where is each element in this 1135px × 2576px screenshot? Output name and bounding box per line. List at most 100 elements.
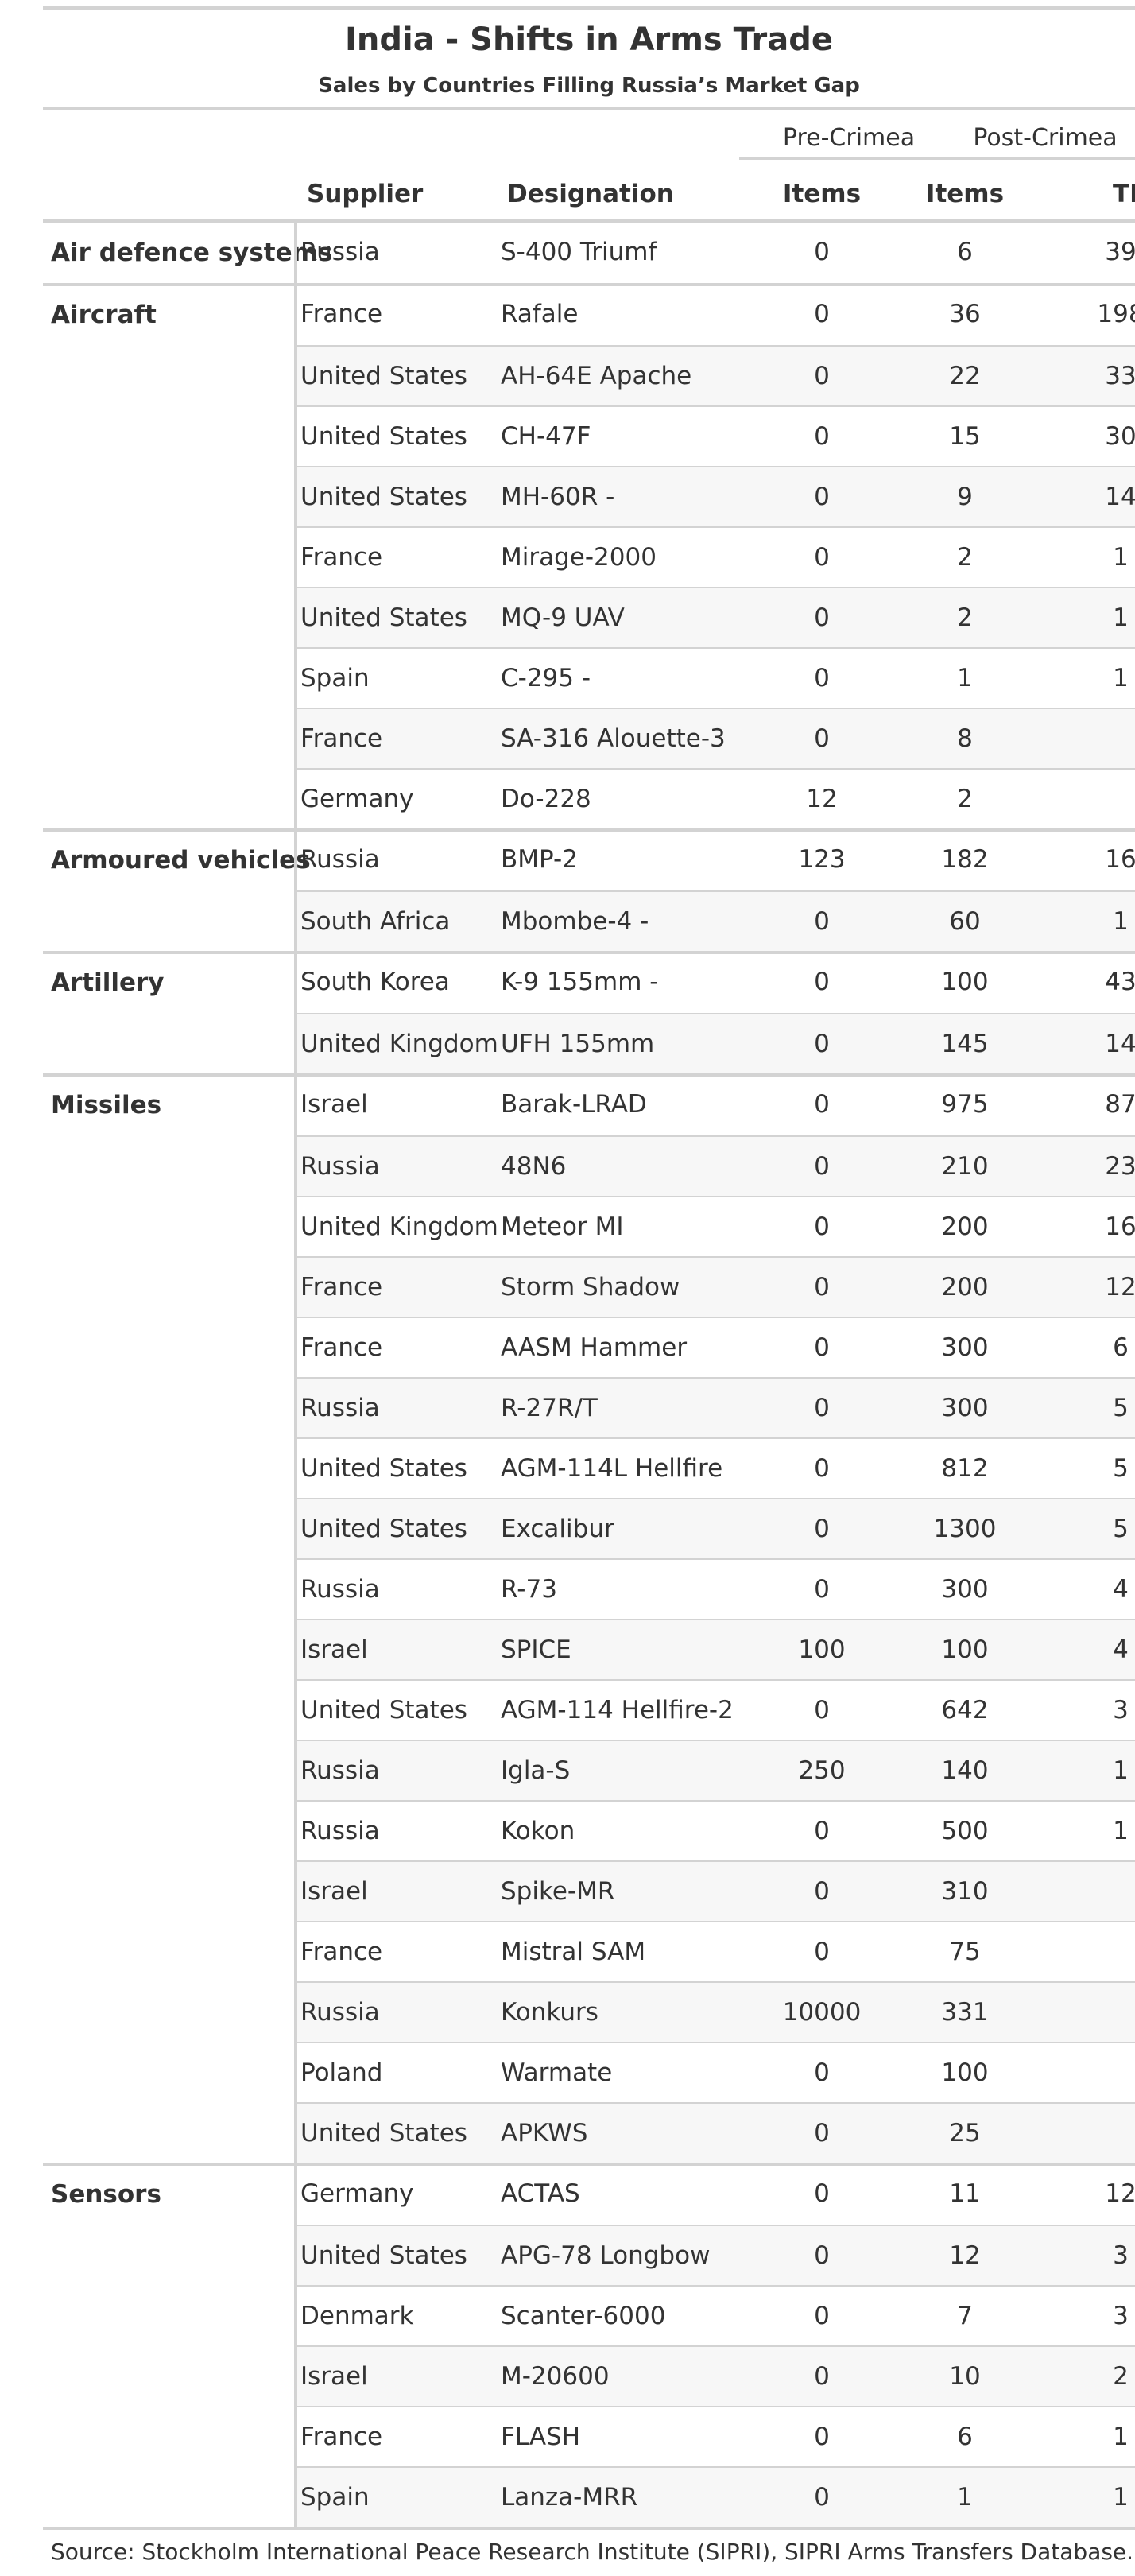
cell-supplier: Poland: [300, 2058, 383, 2087]
cell-post-tiv: 4: [1113, 1575, 1129, 1604]
column-header-post-items: Items: [925, 180, 1005, 208]
cell-supplier: United States: [300, 362, 467, 390]
table-row: Spain C-295 - 0 1 1: [296, 647, 1135, 708]
cell-post-items: 331: [941, 1998, 989, 2027]
table-row: South Korea K-9 155mm - 0 100 43: [296, 952, 1135, 1013]
table-row: United Kingdom UFH 155mm 0 145 14: [296, 1013, 1135, 1073]
cell-supplier: United Kingdom: [300, 1030, 498, 1058]
cell-designation: Do-228: [501, 785, 591, 813]
table-row: United States APKWS 0 25: [296, 2102, 1135, 2163]
cell-pre-items: 0: [814, 1575, 830, 1604]
cell-post-tiv: [1057, 709, 1135, 768]
table-row: United States AGM-114 Hellfire-2 0 642 3: [296, 1679, 1135, 1740]
source-note: Source: Stockholm International Peace Re…: [51, 2539, 1134, 2565]
table-bottom-rule: [43, 2527, 1135, 2530]
cell-pre-items: 0: [814, 362, 830, 390]
cell-supplier: Spain: [300, 664, 370, 692]
table-row: United States MH-60R - 0 9 14: [296, 466, 1135, 526]
group-stub-border: [294, 285, 297, 828]
table-row: Russia R-27R/T 0 300 5: [296, 1377, 1135, 1437]
cell-pre-items: 0: [814, 1454, 830, 1483]
cell-post-tiv: 39: [1105, 238, 1135, 266]
cell-post-tiv: 23: [1105, 1152, 1135, 1181]
cell-designation: MH-60R -: [501, 483, 615, 511]
cell-pre-items: 0: [814, 2179, 830, 2208]
cell-pre-items: 0: [814, 1030, 830, 1058]
cell-supplier: United States: [300, 422, 467, 451]
cell-supplier: Russia: [300, 1817, 380, 1845]
cell-post-tiv: 1: [1113, 664, 1129, 692]
table-row: Russia Kokon 0 500 1: [296, 1800, 1135, 1860]
table-subtitle: Sales by Countries Filling Russia’s Mark…: [318, 74, 860, 98]
cell-supplier: France: [300, 543, 383, 572]
cell-pre-items: 0: [814, 1212, 830, 1241]
table-top-rule: [43, 6, 1135, 10]
cell-pre-items: 250: [798, 1756, 846, 1785]
cell-designation: R-27R/T: [501, 1394, 598, 1422]
cell-post-tiv: 14: [1105, 483, 1135, 511]
table-row: Denmark Scanter-6000 0 7 3: [296, 2285, 1135, 2345]
table-row: United States APG-78 Longbow 0 12 3: [296, 2225, 1135, 2285]
cell-designation: R-73: [501, 1575, 557, 1604]
table-row: Spain Lanza-MRR 0 1 1: [296, 2466, 1135, 2527]
cell-post-tiv: [1057, 2043, 1135, 2102]
cell-post-tiv: 5: [1113, 1515, 1129, 1543]
table-row: Israel SPICE 100 100 4: [296, 1619, 1135, 1679]
cell-designation: K-9 155mm -: [501, 968, 659, 996]
cell-pre-items: 0: [814, 968, 830, 996]
cell-post-items: 2: [957, 603, 973, 632]
group-stub-border: [294, 952, 297, 1073]
cell-pre-items: 0: [814, 1515, 830, 1543]
cell-supplier: Israel: [300, 1090, 368, 1119]
table-row: United States CH-47F 0 15 30: [296, 405, 1135, 466]
cell-supplier: France: [300, 1938, 383, 1966]
cell-pre-items: 0: [814, 238, 830, 266]
cell-post-tiv: 1: [1113, 603, 1129, 632]
cell-post-tiv: 4: [1113, 1635, 1129, 1664]
cell-designation: Kokon: [501, 1817, 575, 1845]
group-label: Armoured vehicles: [51, 846, 311, 875]
cell-supplier: Russia: [300, 1152, 380, 1181]
table-row: France Storm Shadow 0 200 12: [296, 1256, 1135, 1317]
cell-designation: Barak-LRAD: [501, 1090, 647, 1119]
cell-post-tiv: 14: [1105, 1030, 1135, 1058]
cell-pre-items: 0: [814, 1152, 830, 1181]
cell-designation: AGM-114L Hellfire: [501, 1454, 723, 1483]
cell-pre-items: 0: [814, 2423, 830, 2451]
group-stub-border: [294, 2164, 297, 2527]
cell-designation: Storm Shadow: [501, 1273, 680, 1302]
cell-post-tiv: 12: [1105, 2179, 1135, 2208]
spanner-post-crimea: Post-Crimea: [930, 119, 1135, 160]
cell-designation: Scanter-6000: [501, 2302, 666, 2330]
group-label: Air defence systems: [51, 239, 333, 267]
group-label: Missiles: [51, 1091, 162, 1119]
cell-post-items: 7: [957, 2302, 973, 2330]
cell-post-tiv: 1: [1113, 543, 1129, 572]
cell-designation: Excalibur: [501, 1515, 614, 1543]
cell-supplier: Israel: [300, 1635, 368, 1664]
cell-post-items: 500: [941, 1817, 989, 1845]
cell-post-items: 1300: [933, 1515, 997, 1543]
cell-post-items: 210: [941, 1152, 989, 1181]
column-header-pre-items: Items: [782, 180, 862, 208]
cell-designation: CH-47F: [501, 422, 591, 451]
cell-designation: AGM-114 Hellfire-2: [501, 1696, 734, 1724]
table-row: South Africa Mbombe-4 - 0 60 1: [296, 890, 1135, 951]
cell-post-items: 200: [941, 1212, 989, 1241]
cell-post-items: 300: [941, 1333, 989, 1362]
cell-post-tiv: [1057, 1983, 1135, 2042]
group-label: Artillery: [51, 968, 165, 997]
cell-post-tiv: 1: [1113, 1756, 1129, 1785]
cell-supplier: Russia: [300, 238, 380, 266]
cell-post-items: 1: [957, 2483, 973, 2512]
cell-supplier: France: [300, 2423, 383, 2451]
cell-designation: Meteor MI: [501, 1212, 624, 1241]
cell-post-items: 15: [949, 422, 981, 451]
table-row: Israel M-20600 0 10 2: [296, 2345, 1135, 2406]
table-row: United States AGM-114L Hellfire 0 812 5: [296, 1437, 1135, 1498]
cell-post-tiv: [1057, 1922, 1135, 1981]
cell-post-tiv: 12: [1105, 1273, 1135, 1302]
cell-designation: Rafale: [501, 300, 579, 328]
cell-pre-items: 0: [814, 1938, 830, 1966]
cell-designation: C-295 -: [501, 664, 591, 692]
